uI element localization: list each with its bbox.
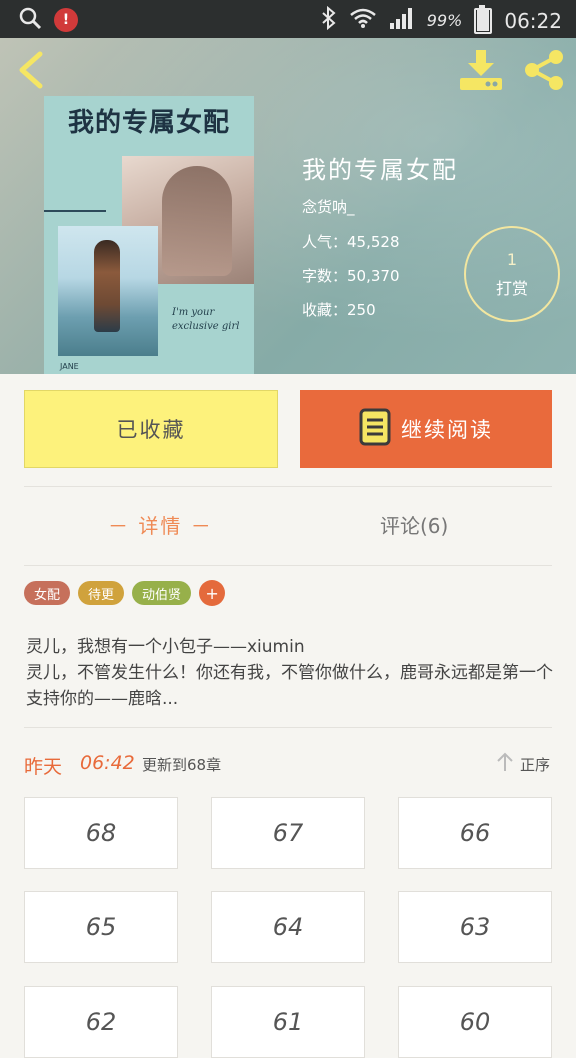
add-tag-button[interactable]: + [199, 580, 226, 606]
signal-icon [389, 7, 415, 34]
book-description: 灵儿，我想有一个小包子——xiumin 灵儿，不管发生什么！你还有我，不管你做什… [26, 634, 556, 712]
favorited-label: 已收藏 [116, 418, 186, 442]
tip-label: 打赏 [495, 278, 528, 298]
continue-reading-button[interactable]: 继续阅读 [300, 390, 552, 468]
cover-title: 我的专属女配 [67, 108, 230, 138]
tab-comments[interactable]: 评论(6) [380, 510, 448, 539]
tip-button[interactable]: 1 打赏 [464, 226, 560, 322]
tag-baekhyun[interactable]: 动伯贤 [132, 581, 192, 605]
chapter-button[interactable]: 64 [211, 891, 365, 963]
description-line: 灵儿，我想有一个小包子——xiumin [26, 637, 305, 657]
divider [24, 486, 552, 487]
divider [24, 565, 552, 566]
book-cover[interactable]: 我的专属女配 I'm your exclusive girl JANE [44, 96, 254, 374]
tag-list: 女配 待更 动伯贤 + [24, 580, 226, 606]
share-icon[interactable] [520, 48, 568, 92]
back-icon[interactable] [14, 50, 48, 90]
chapter-button[interactable]: 61 [211, 986, 365, 1058]
app-notification-icon: ! [54, 8, 78, 32]
chapter-button[interactable]: 66 [398, 797, 552, 869]
chapter-button[interactable]: 62 [24, 986, 178, 1058]
chapter-button[interactable]: 63 [398, 891, 552, 963]
battery-percent: 99% [426, 11, 463, 30]
cover-photo-boy [58, 226, 158, 356]
sort-order-label: 正序 [519, 755, 550, 774]
update-day: 昨天 [24, 756, 63, 778]
update-time: 06:42 [80, 752, 135, 774]
download-icon[interactable] [458, 48, 504, 92]
chapter-button[interactable]: 67 [211, 797, 365, 869]
cover-divider [44, 210, 106, 212]
chapter-button[interactable]: 60 [398, 986, 552, 1058]
book-favorites: 收藏：250 [302, 301, 376, 319]
divider [24, 727, 552, 728]
update-text: 更新到68章 [142, 756, 222, 774]
sort-order-button[interactable]: 正序 [496, 752, 550, 776]
clock: 06:22 [504, 8, 562, 33]
book-icon [359, 408, 391, 451]
book-title: 我的专属女配 [302, 156, 458, 184]
tab-detail[interactable]: － 详情 － [108, 510, 213, 539]
chapter-button[interactable]: 68 [24, 797, 178, 869]
book-header: 我的专属女配 I'm your exclusive girl JANE 我的专属… [0, 38, 576, 374]
arrow-up-icon [496, 752, 514, 776]
battery-icon [474, 4, 493, 34]
tag-pending-update[interactable]: 待更 [78, 581, 125, 605]
tag-female-lead[interactable]: 女配 [24, 581, 71, 605]
search-icon[interactable] [18, 6, 42, 34]
book-popularity: 人气：45,528 [302, 233, 400, 251]
chapter-button[interactable]: 65 [24, 891, 178, 963]
bluetooth-icon [321, 5, 337, 35]
book-word-count: 字数：50,370 [302, 267, 400, 285]
cover-author: JANE [60, 362, 79, 371]
continue-reading-label: 继续阅读 [401, 418, 493, 442]
description-line: 灵儿，不管发生什么！你还有我，不管你做什么，鹿哥永远都是第一个支持你的——鹿晗.… [26, 663, 553, 709]
favorited-button[interactable]: 已收藏 [24, 390, 278, 468]
status-bar: ! 99% 06:22 [0, 0, 576, 38]
wifi-icon [349, 7, 377, 34]
cover-caption: I'm your exclusive girl [172, 307, 240, 332]
update-info: 昨天 06:42 更新到68章 正序 [24, 752, 552, 778]
tip-count: 1 [506, 249, 518, 269]
book-author[interactable]: 念货呐_ [302, 196, 355, 217]
